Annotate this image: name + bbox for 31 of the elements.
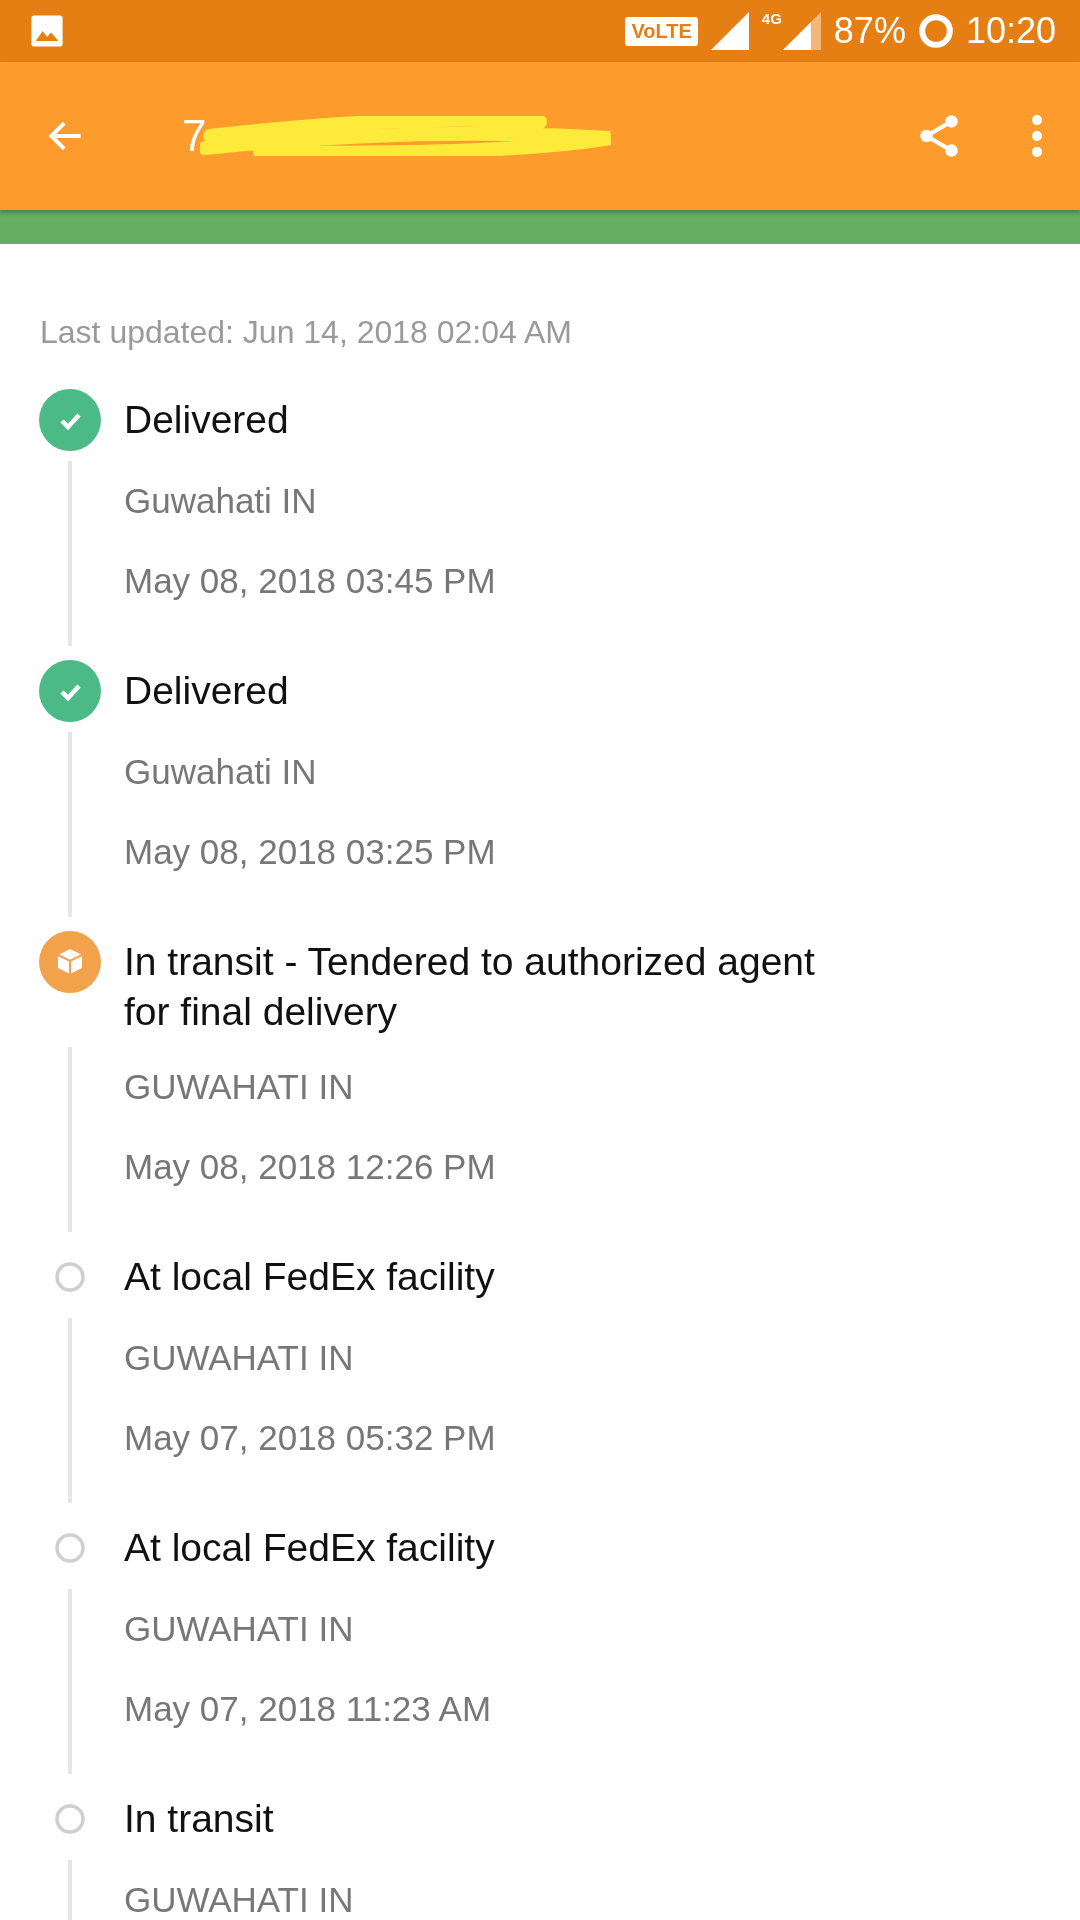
event-location: GUWAHATI IN: [124, 1608, 355, 1650]
more-icon: [1032, 115, 1042, 157]
event-location: GUWAHATI IN: [124, 1879, 355, 1920]
event-title: In transit: [124, 1796, 275, 1842]
signal-icon: [781, 12, 822, 50]
event-time: May 08, 2018 03:25 PM: [124, 831, 497, 873]
image-icon: [30, 14, 64, 48]
clock: 10:20: [965, 10, 1056, 52]
box-icon: [39, 931, 101, 993]
event-title: At local FedEx facility: [124, 1254, 496, 1300]
tracking-number: 7: [182, 111, 207, 161]
network-type: 4G: [761, 10, 782, 27]
event-time: May 07, 2018 11:23 AM: [124, 1688, 493, 1730]
check-icon: [39, 389, 101, 451]
event-title: Delivered: [124, 668, 290, 714]
last-updated: Last updated: Jun 14, 2018 02:04 AM: [39, 313, 573, 352]
battery-icon: [917, 13, 954, 49]
check-icon: [39, 660, 101, 722]
event-location: GUWAHATI IN: [124, 1066, 355, 1108]
event-time: May 08, 2018 12:26 PM: [124, 1146, 497, 1188]
network-badge: VoLTE: [625, 16, 698, 46]
event-title: At local FedEx facility: [124, 1525, 496, 1571]
event-title: In transit - Tendered to authorized agent for final delivery: [124, 939, 816, 1035]
event-time: May 08, 2018 03:45 PM: [124, 560, 497, 602]
event-location: Guwahati IN: [124, 480, 318, 522]
battery-percent: 87%: [833, 10, 906, 52]
event-title: Delivered: [124, 397, 290, 443]
event-location: GUWAHATI IN: [124, 1337, 355, 1379]
event-location: Guwahati IN: [124, 751, 318, 793]
event-time: May 07, 2018 05:32 PM: [124, 1417, 497, 1459]
signal-icon: [709, 12, 750, 50]
